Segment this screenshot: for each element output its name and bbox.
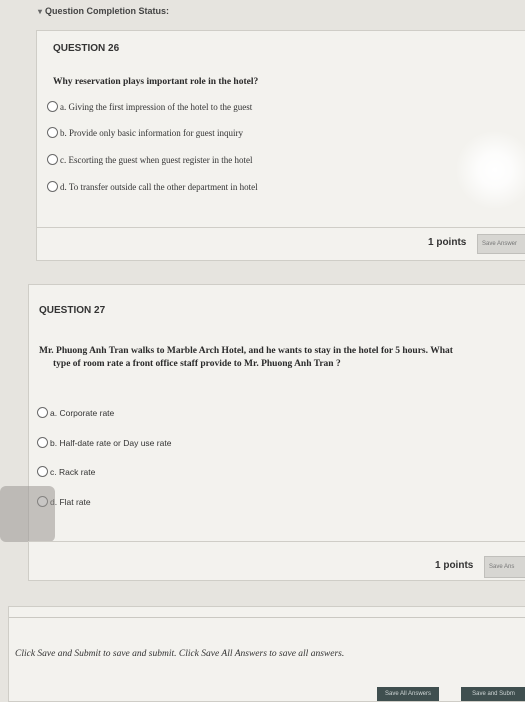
radio-button[interactable] (47, 154, 58, 165)
divider (9, 617, 525, 618)
q26-option-a[interactable]: a. Giving the first impression of the ho… (47, 101, 252, 112)
option-label: c. Rack rate (50, 466, 96, 477)
question-27-footer: 1 points Save Ans (28, 541, 525, 581)
save-and-submit-button[interactable]: Save and Subm (461, 687, 525, 701)
question-26-footer: 1 points Save Answer (36, 227, 525, 261)
question-27-heading: QUESTION 27 (39, 305, 106, 316)
radio-button[interactable] (47, 101, 58, 112)
question-26-points: 1 points (428, 237, 467, 248)
q26-option-d[interactable]: d. To transfer outside call the other de… (47, 181, 258, 192)
save-answer-button[interactable]: Save Ans (484, 556, 525, 578)
option-label: b. Provide only basic information for gu… (60, 127, 243, 138)
q27-option-a[interactable]: a. Corporate rate (37, 407, 114, 418)
selection-highlight (0, 486, 55, 542)
chevron-down-icon: ▾ (38, 7, 43, 16)
option-label: a. Giving the first impression of the ho… (60, 101, 253, 112)
q27-option-c[interactable]: c. Rack rate (37, 466, 95, 477)
option-label: d. To transfer outside call the other de… (60, 181, 258, 192)
question-26-text: Why reservation plays important role in … (53, 77, 259, 87)
radio-button[interactable] (47, 181, 58, 192)
radio-button[interactable] (37, 437, 48, 448)
screen-glare (455, 130, 525, 210)
question-27-text-line2: type of room rate a front office staff p… (53, 359, 341, 369)
question-27-text: Mr. Phuong Anh Tran walks to Marble Arch… (39, 345, 519, 371)
submit-instructions: Click Save and Submit to save and submit… (15, 649, 345, 659)
option-label: b. Half-date rate or Day use rate (50, 437, 172, 448)
question-completion-status[interactable]: ▾ Question Completion Status: (38, 6, 169, 16)
radio-button[interactable] (37, 407, 48, 418)
question-27-card: QUESTION 27 Mr. Phuong Anh Tran walks to… (28, 284, 525, 542)
q26-option-b[interactable]: b. Provide only basic information for gu… (47, 127, 243, 138)
option-label: d. Flat rate (50, 496, 91, 507)
question-26-heading: QUESTION 26 (53, 43, 120, 54)
option-label: c. Escorting the guest when guest regist… (60, 154, 253, 165)
submit-panel: Click Save and Submit to save and submit… (8, 606, 525, 702)
question-27-points: 1 points (435, 560, 474, 571)
question-27-text-line1: Mr. Phuong Anh Tran walks to Marble Arch… (39, 346, 453, 356)
question-26-card: QUESTION 26 Why reservation plays import… (36, 30, 525, 228)
option-label: a. Corporate rate (50, 407, 115, 418)
radio-button[interactable] (47, 127, 58, 138)
radio-button[interactable] (37, 466, 48, 477)
save-all-answers-button[interactable]: Save All Answers (377, 687, 439, 701)
q27-option-b[interactable]: b. Half-date rate or Day use rate (37, 437, 171, 448)
save-answer-button[interactable]: Save Answer (477, 234, 525, 254)
q26-option-c[interactable]: c. Escorting the guest when guest regist… (47, 154, 252, 165)
